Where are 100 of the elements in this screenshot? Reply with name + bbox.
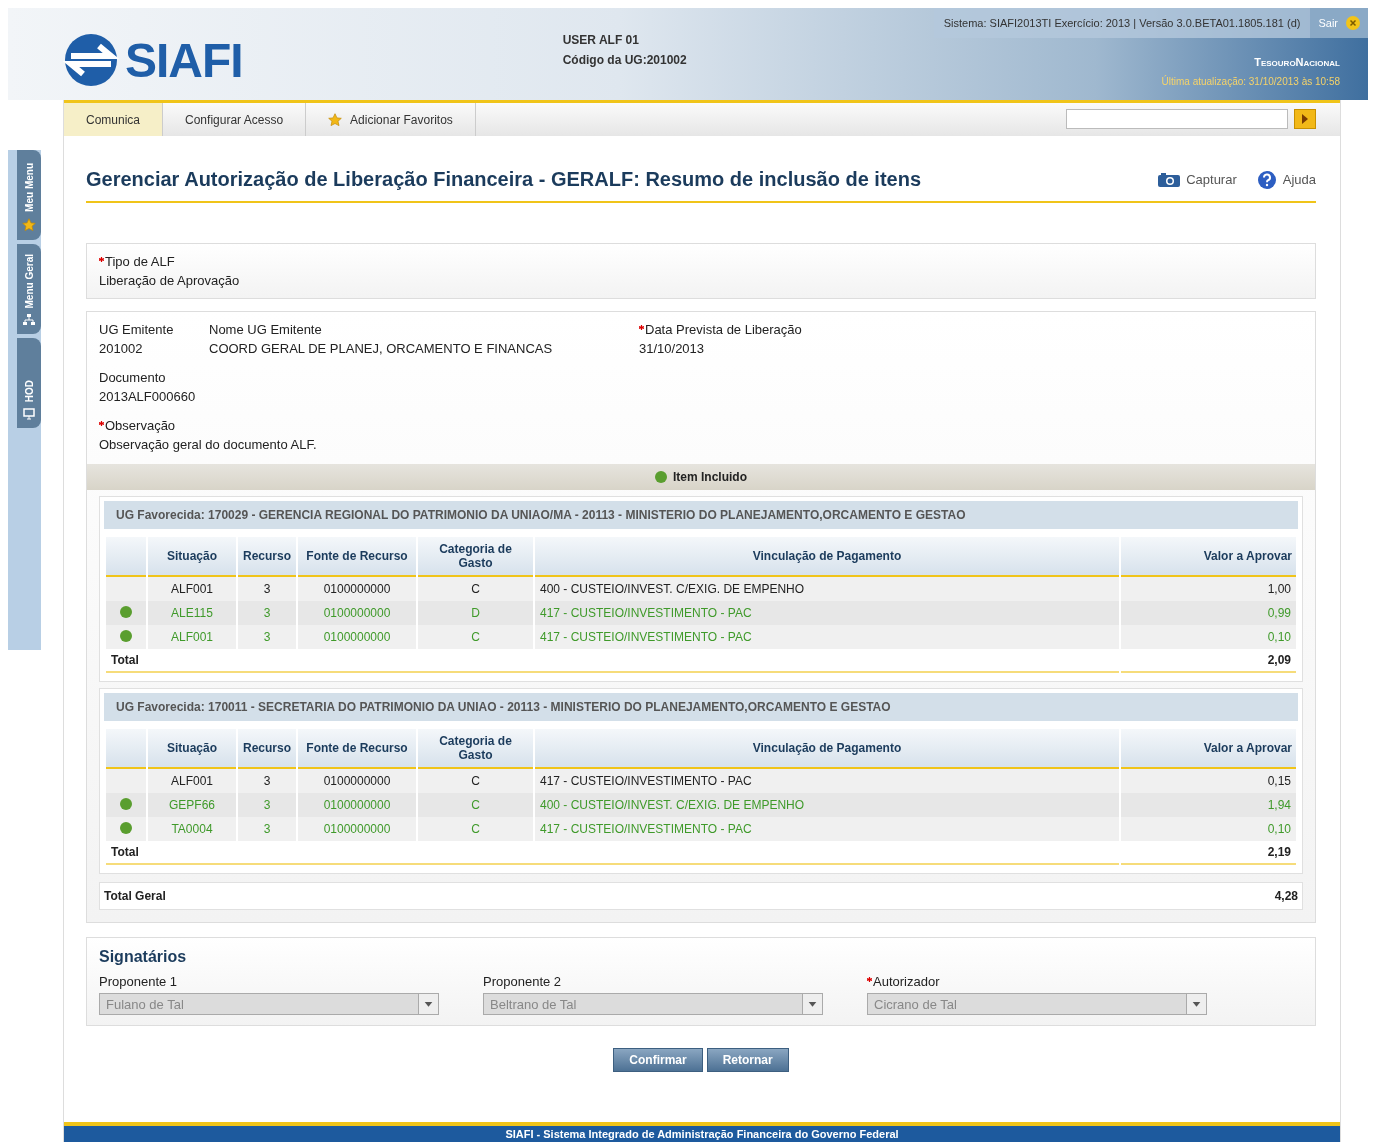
nav-item[interactable]: Comunica	[64, 103, 164, 136]
help-icon	[1256, 169, 1277, 190]
status-dot	[120, 797, 132, 810]
table-cell: 400 - CUSTEIO/INVEST. C/EXIG. DE EMPENHO	[535, 577, 1119, 601]
hierarchy-icon	[23, 314, 35, 326]
table-cell: 1,00	[1121, 577, 1296, 601]
table-cell: 417 - CUSTEIO/INVESTIMENTO - PAC	[535, 625, 1119, 649]
table-cell: ALF001	[148, 769, 236, 793]
table-cell: C	[418, 817, 533, 841]
table-cell: 0,10	[1121, 625, 1296, 649]
required-icon	[867, 977, 872, 982]
required-icon	[639, 325, 644, 330]
column-header: Vinculação de Pagamento	[535, 537, 1119, 577]
table-cell: 1,94	[1121, 793, 1296, 817]
field-label: Data Prevista de Liberação	[639, 322, 802, 337]
table-cell: 3	[238, 769, 296, 793]
required-icon	[99, 257, 104, 262]
column-header: Situação	[148, 729, 236, 769]
field-label: Proponente 2	[483, 974, 563, 989]
table-cell: C	[418, 625, 533, 649]
field-value: 31/10/2013	[639, 341, 706, 356]
field-label: Proponente 1	[99, 974, 179, 989]
ug-code: Código da UG:201002	[562, 52, 687, 69]
table-cell: ALF001	[148, 625, 236, 649]
table-cell: 400 - CUSTEIO/INVEST. C/EXIG. DE EMPENHO	[535, 793, 1119, 817]
action-link[interactable]: Ajuda	[1256, 169, 1316, 190]
column-header: Categoria de Gasto	[418, 537, 533, 577]
section-title: Signatários	[99, 948, 188, 966]
status-dot	[120, 605, 132, 618]
legend-label: Item Incluido	[673, 470, 747, 484]
table-cell: ALF001	[148, 577, 236, 601]
field-label: Observação	[99, 418, 1303, 433]
play-icon	[1301, 114, 1309, 124]
action-button[interactable]: Retornar	[706, 1048, 789, 1072]
side-tab[interactable]: HOD	[17, 338, 41, 428]
table-cell: 417 - CUSTEIO/INVESTIMENTO - PAC	[535, 769, 1119, 793]
table-cell: ALE115	[148, 601, 236, 625]
column-header: Fonte de Recurso	[298, 537, 416, 577]
caret-icon	[802, 994, 822, 1014]
table-cell: 0100000000	[298, 793, 416, 817]
table-cell: GEPF66	[148, 793, 236, 817]
table-cell: C	[418, 577, 533, 601]
table-cell: 0100000000	[298, 577, 416, 601]
nav-item[interactable]: Adicionar Favoritos	[306, 103, 476, 136]
table-header	[106, 729, 146, 769]
table-cell: 0100000000	[298, 769, 416, 793]
table-cell: 0,10	[1121, 817, 1296, 841]
caret-icon	[418, 994, 438, 1014]
column-header: Valor a Aprovar	[1121, 537, 1296, 577]
caret-icon	[1186, 994, 1206, 1014]
table-cell: 3	[238, 577, 296, 601]
total-value: 2,19	[1121, 841, 1296, 865]
page-title: Gerenciar Autorização de Liberação Financeira - GERALF: Resumo de inclusão de itens	[86, 168, 922, 191]
total-label: Total	[106, 649, 1119, 673]
column-header: Situação	[148, 537, 236, 577]
table-cell: 417 - CUSTEIO/INVESTIMENTO - PAC	[535, 817, 1119, 841]
star-icon	[22, 218, 36, 232]
field-value: Liberação de Aprovação	[99, 273, 241, 288]
logo-text: SIAFI	[125, 32, 243, 88]
side-tab[interactable]: Menu Geral	[17, 244, 41, 334]
total-label: Total	[106, 841, 1119, 865]
field-value: Observação geral do documento ALF.	[99, 437, 318, 452]
group-heading: UG Favorecida: 170011 - SECRETARIA DO PATRIMONIO DA UNIAO - 20113 - MINISTERIO DO PLANEJAMENTO,ORCAMENTO E GESTAO	[104, 693, 1298, 721]
column-header: Vinculação de Pagamento	[535, 729, 1119, 769]
brand-name: TesouroNacional	[1254, 56, 1340, 68]
search-field[interactable]	[1066, 109, 1288, 129]
table-cell: D	[418, 601, 533, 625]
table-cell: 3	[238, 793, 296, 817]
field-label: Autorizador	[867, 974, 1207, 989]
table-cell: C	[418, 793, 533, 817]
field-label: UG Emitente	[99, 322, 175, 337]
table-cell: 0100000000	[298, 817, 416, 841]
exit-button[interactable]: Sair	[1310, 8, 1368, 38]
action-button[interactable]: Confirmar	[613, 1048, 703, 1072]
last-update: Última atualização: 31/10/2013 às 10:58	[1161, 76, 1340, 87]
required-icon	[99, 421, 104, 426]
table-cell: C	[418, 769, 533, 793]
status-dot	[120, 629, 132, 642]
side-tab[interactable]: Meu Menu	[17, 150, 41, 240]
column-header: Recurso	[238, 537, 296, 577]
field-value: COORD GERAL DE PLANEJ, ORCAMENTO E FINANCAS	[209, 341, 554, 356]
close-icon	[1346, 16, 1360, 30]
field-value: 201002	[99, 341, 144, 356]
field-label: Nome UG Emitente	[209, 322, 323, 337]
camera-icon	[1158, 172, 1181, 187]
total-value: 2,09	[1121, 649, 1296, 673]
table-cell: 3	[238, 817, 296, 841]
field-value: 2013ALF000660	[99, 389, 197, 404]
go-button[interactable]	[1294, 109, 1316, 129]
logo-icon	[63, 32, 119, 88]
system-info: Sistema: SIAFI2013TI Exercício: 2013 | Versão 3.0.BETA01.1805.181 (d)	[942, 17, 1302, 29]
column-header: Categoria de Gasto	[418, 729, 533, 769]
action-link[interactable]: Capturar	[1158, 169, 1237, 190]
group-heading: UG Favorecida: 170029 - GERENCIA REGIONAL DO PATRIMONIO DA UNIAO/MA - 20113 - MINISTERIO DO PLANEJAMENTO,ORCAMENTO E GESTAO	[104, 501, 1298, 529]
monitor-icon	[23, 408, 35, 420]
table-cell: 0100000000	[298, 625, 416, 649]
user-name: USER ALF 01	[562, 32, 640, 49]
nav-item[interactable]: Configurar Acesso	[163, 103, 307, 136]
table-cell: 0,15	[1121, 769, 1296, 793]
footer-bar: SIAFI - Sistema Integrado de Administração Financeira do Governo Federal	[64, 1122, 1340, 1142]
